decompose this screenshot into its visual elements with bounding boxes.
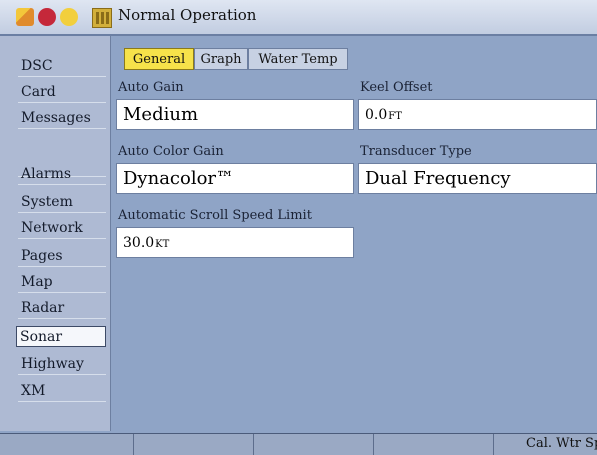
- sidebar-item-map[interactable]: Map: [18, 272, 106, 293]
- bottom-bar-slot[interactable]: [0, 434, 134, 455]
- scroll-speed-limit-value: 30.0: [123, 235, 155, 251]
- keel-offset-value: 0.0: [365, 107, 388, 123]
- sidebar: DSC Card Messages Alarms System Network …: [0, 36, 111, 431]
- bottom-bar-slot[interactable]: [254, 434, 374, 455]
- sidebar-item-messages[interactable]: Messages: [18, 108, 106, 129]
- keel-offset-label: Keel Offset: [360, 80, 433, 95]
- sidebar-item-highway[interactable]: Highway: [18, 354, 106, 375]
- bottom-bar-slot[interactable]: [374, 434, 494, 455]
- sidebar-item-radar[interactable]: Radar: [18, 298, 106, 319]
- scroll-speed-limit-unit: KT: [155, 239, 170, 250]
- bottom-bar-slot[interactable]: [134, 434, 254, 455]
- sidebar-item-alarms[interactable]: Alarms: [18, 164, 106, 185]
- screen: Normal Operation DSC Card Messages Alarm…: [0, 0, 597, 455]
- auto-gain-field[interactable]: Medium: [116, 99, 354, 130]
- red-dot-icon[interactable]: [38, 8, 56, 26]
- sidebar-item-system[interactable]: System: [18, 192, 106, 213]
- sidebar-item-pages[interactable]: Pages: [18, 246, 106, 267]
- transducer-type-field[interactable]: Dual Frequency: [358, 163, 597, 194]
- keel-offset-field[interactable]: 0.0FT: [358, 99, 597, 130]
- sidebar-item-dsc[interactable]: DSC: [18, 56, 106, 77]
- title-bar: Normal Operation: [0, 0, 597, 36]
- auto-color-gain-label: Auto Color Gain: [118, 144, 224, 159]
- yellow-dot-icon[interactable]: [60, 8, 78, 26]
- transducer-type-label: Transducer Type: [360, 144, 472, 159]
- keel-offset-unit: FT: [388, 111, 402, 122]
- bottom-bar: Cal. Wtr Spd: [0, 433, 597, 455]
- scroll-speed-limit-label: Automatic Scroll Speed Limit: [118, 208, 312, 223]
- tab-water-temp[interactable]: Water Temp: [248, 48, 348, 70]
- sidebar-item-xm[interactable]: XM: [18, 381, 106, 402]
- window-title: Normal Operation: [118, 6, 257, 24]
- cal-water-speed-button[interactable]: Cal. Wtr Spd: [526, 436, 597, 451]
- auto-color-gain-field[interactable]: Dynacolor™: [116, 163, 354, 194]
- scroll-speed-limit-field[interactable]: 30.0KT: [116, 227, 354, 258]
- sidebar-item-sonar[interactable]: Sonar: [16, 326, 106, 347]
- system-icons: [16, 6, 112, 28]
- sidebar-item-network[interactable]: Network: [18, 218, 106, 239]
- sidebar-item-card[interactable]: Card: [18, 82, 106, 103]
- sonar-icon: [92, 8, 112, 28]
- tab-graph[interactable]: Graph: [194, 48, 248, 70]
- auto-gain-label: Auto Gain: [118, 80, 184, 95]
- page-icon[interactable]: [16, 8, 34, 26]
- tab-general[interactable]: General: [124, 48, 194, 70]
